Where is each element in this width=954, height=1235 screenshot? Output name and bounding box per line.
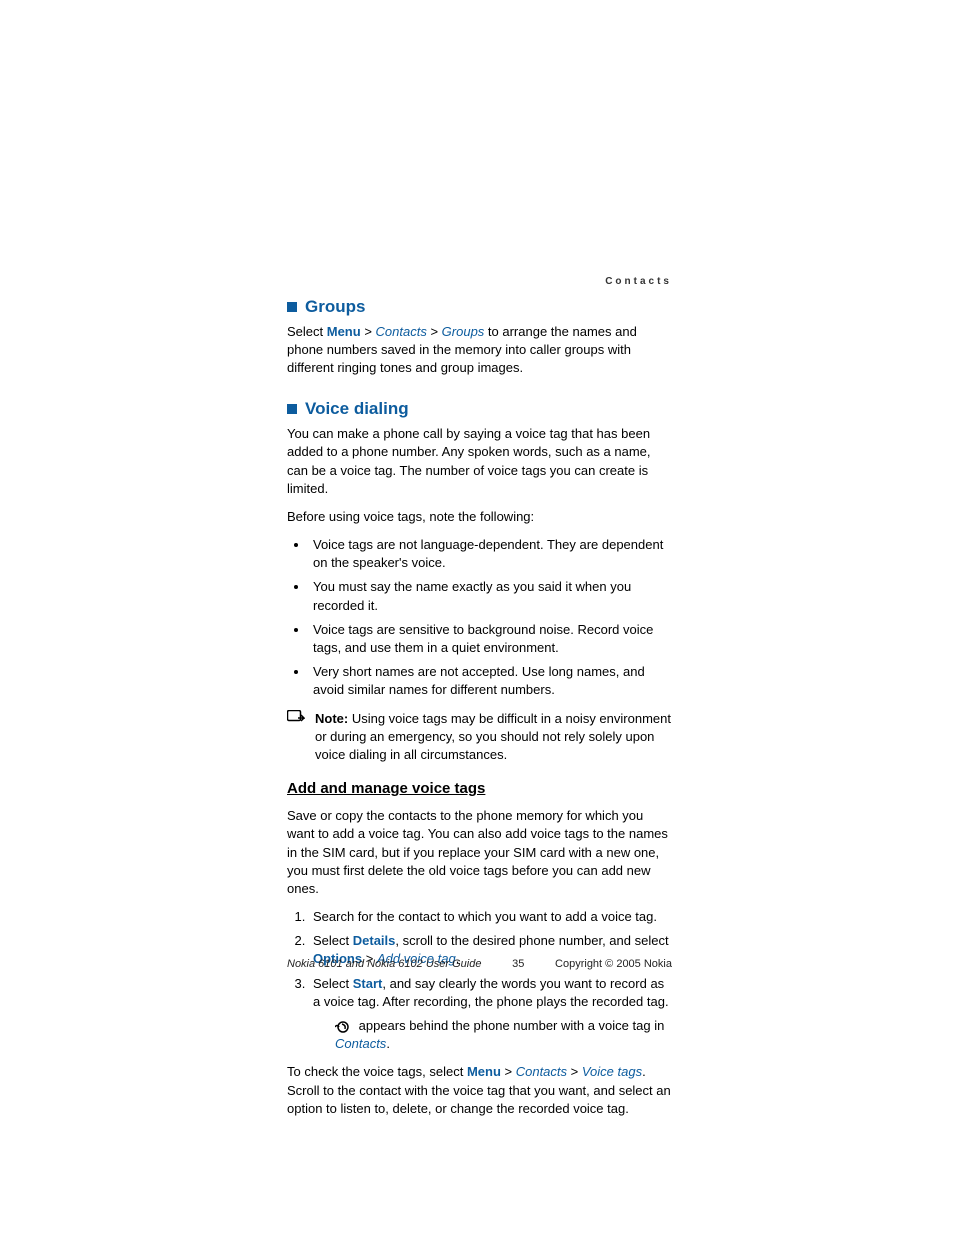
note-icon-container (287, 710, 315, 724)
section-title-text: Groups (305, 295, 365, 319)
note-block: Note: Using voice tags may be difficult … (287, 710, 672, 765)
content-column: Contacts Groups Select Menu > Contacts >… (287, 275, 672, 1128)
page-footer: Nokia 6101 and Nokia 6102 User Guide 35 … (287, 957, 672, 972)
manage-intro: Save or copy the contacts to the phone m… (287, 807, 672, 898)
page-header-section: Contacts (605, 275, 672, 289)
list-item: Very short names are not accepted. Use l… (309, 663, 672, 699)
text: > (567, 1064, 582, 1079)
footer-guide-title: Nokia 6101 and Nokia 6102 User Guide (287, 957, 481, 972)
footer-page-number: 35 (512, 957, 524, 972)
text: Select (313, 976, 353, 991)
note-body: Using voice tags may be difficult in a n… (315, 711, 671, 762)
list-item: Voice tags are not language-dependent. T… (309, 536, 672, 572)
menu-contacts: Contacts (335, 1036, 386, 1051)
manage-steps: Search for the contact to which you want… (287, 908, 672, 1053)
document-page: Contacts Groups Select Menu > Contacts >… (0, 0, 954, 1235)
groups-paragraph: Select Menu > Contacts > Groups to arran… (287, 323, 672, 378)
square-bullet-icon (287, 302, 297, 312)
menu-path-contacts: Contacts (376, 324, 427, 339)
note-label: Note: (315, 711, 348, 726)
text: > (361, 324, 376, 339)
section-title-groups: Groups (287, 295, 672, 319)
text: , scroll to the desired phone number, an… (395, 933, 668, 948)
menu-start: Start (353, 976, 383, 991)
menu-path-groups: Groups (442, 324, 485, 339)
section-title-text: Voice dialing (305, 397, 409, 421)
square-bullet-icon (287, 404, 297, 414)
text: > (501, 1064, 516, 1079)
voice-tag-icon (335, 1020, 351, 1034)
list-item: Search for the contact to which you want… (309, 908, 672, 926)
menu-path-contacts: Contacts (516, 1064, 567, 1079)
menu-path-voicetags: Voice tags (582, 1064, 642, 1079)
icon-appears-line: appears behind the phone number with a v… (335, 1017, 672, 1053)
check-voice-tags: To check the voice tags, select Menu > C… (287, 1063, 672, 1118)
note-icon (287, 710, 305, 724)
voice-intro: You can make a phone call by saying a vo… (287, 425, 672, 498)
list-item: Voice tags are sensitive to background n… (309, 621, 672, 657)
subheading-manage: Add and manage voice tags (287, 778, 672, 799)
menu-path-menu: Menu (327, 324, 361, 339)
list-item: Select Start, and say clearly the words … (309, 975, 672, 1054)
menu-details: Details (353, 933, 396, 948)
voice-bullet-list: Voice tags are not language-dependent. T… (287, 536, 672, 700)
text: > (427, 324, 442, 339)
text: appears behind the phone number with a v… (355, 1018, 664, 1033)
text: To check the voice tags, select (287, 1064, 467, 1079)
text: . (386, 1036, 390, 1051)
footer-copyright: Copyright © 2005 Nokia (555, 957, 672, 972)
section-title-voice: Voice dialing (287, 397, 672, 421)
text: Select (287, 324, 327, 339)
menu-path-menu: Menu (467, 1064, 501, 1079)
note-text: Note: Using voice tags may be difficult … (315, 710, 672, 765)
list-item: You must say the name exactly as you sai… (309, 578, 672, 614)
voice-before: Before using voice tags, note the follow… (287, 508, 672, 526)
text: Select (313, 933, 353, 948)
